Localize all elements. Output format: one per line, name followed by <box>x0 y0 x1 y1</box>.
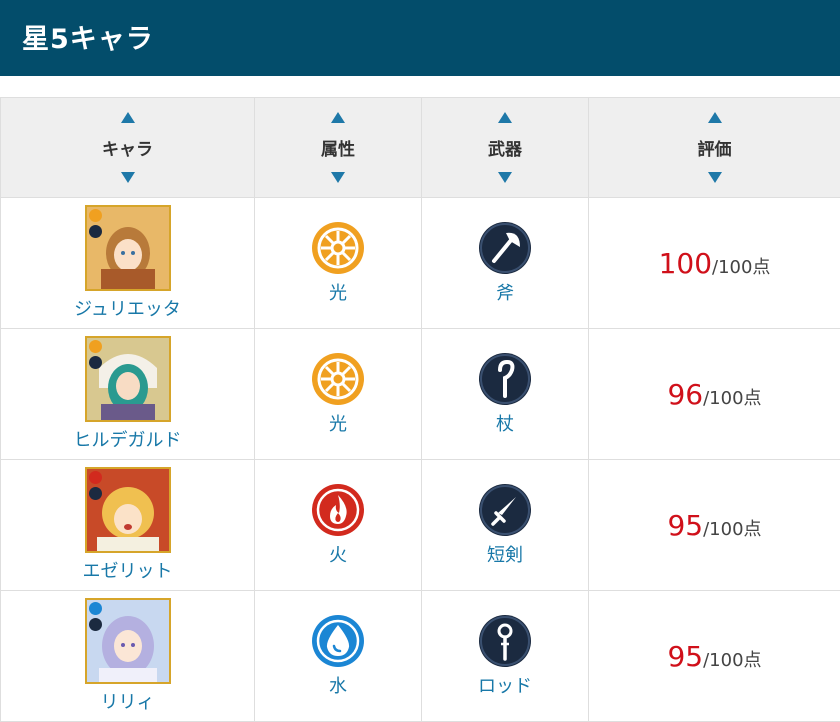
weapon-link[interactable]: 杖 <box>422 410 588 436</box>
score-max: /100点 <box>703 388 761 409</box>
light-badge-icon <box>89 340 102 353</box>
element-cell: 光 <box>255 329 422 460</box>
score-max: /100点 <box>703 519 761 540</box>
column-label: 武器 <box>488 140 522 160</box>
character-cell: ヒルデガルド <box>1 329 255 460</box>
table-row: ジュリエッタ 光 斧 <box>1 198 840 329</box>
dagger-icon <box>478 483 532 537</box>
character-cell: エゼリット <box>1 460 255 591</box>
score-value: 96 <box>667 378 703 411</box>
element-link[interactable]: 光 <box>255 279 421 305</box>
rod-icon <box>478 614 532 668</box>
axe-badge-icon <box>89 225 102 238</box>
axe-icon <box>478 221 532 275</box>
weapon-cell: 短剣 <box>422 460 589 591</box>
light-badge-icon <box>89 209 102 222</box>
weapon-link[interactable]: 短剣 <box>422 541 588 567</box>
column-label: キャラ <box>102 140 153 160</box>
sort-descending-icon[interactable] <box>498 172 512 183</box>
rod-badge-icon <box>89 618 102 631</box>
table-row: ヒルデガルド 光 杖 96/100点 <box>1 329 840 460</box>
fire-element-icon <box>311 483 365 537</box>
sort-descending-icon[interactable] <box>708 172 722 183</box>
page-header: 星5キャラ <box>0 0 840 76</box>
element-cell: 水 <box>255 591 422 722</box>
table-row: リリィ 水 ロッド <box>1 591 840 722</box>
weapon-cell: 斧 <box>422 198 589 329</box>
score-value: 100 <box>659 247 712 280</box>
sort-ascending-icon[interactable] <box>498 112 512 123</box>
sort-ascending-icon[interactable] <box>121 112 135 123</box>
character-name-link[interactable]: ヒルデガルド <box>1 426 254 452</box>
dagger-badge-icon <box>89 487 102 500</box>
column-header-character: キャラ <box>1 98 255 198</box>
character-portrait[interactable] <box>85 205 171 291</box>
element-cell: 火 <box>255 460 422 591</box>
table-row: エゼリット 火 短剣 <box>1 460 840 591</box>
light-element-icon <box>311 221 365 275</box>
character-cell: リリィ <box>1 591 255 722</box>
sort-descending-icon[interactable] <box>331 172 345 183</box>
column-header-element: 属性 <box>255 98 422 198</box>
element-link[interactable]: 光 <box>255 410 421 436</box>
score-value: 95 <box>667 509 703 542</box>
score-value: 95 <box>667 640 703 673</box>
page-title: 星5キャラ <box>22 17 154 56</box>
staff-icon <box>478 352 532 406</box>
weapon-link[interactable]: ロッド <box>422 672 588 698</box>
column-label: 評価 <box>698 140 732 160</box>
weapon-cell: 杖 <box>422 329 589 460</box>
element-link[interactable]: 火 <box>255 541 421 567</box>
character-name-link[interactable]: リリィ <box>1 688 254 714</box>
sort-ascending-icon[interactable] <box>708 112 722 123</box>
character-portrait[interactable] <box>85 336 171 422</box>
water-element-icon <box>311 614 365 668</box>
character-table: キャラ 属性 武器 評価 <box>0 97 840 722</box>
score-max: /100点 <box>712 257 770 278</box>
element-cell: 光 <box>255 198 422 329</box>
weapon-link[interactable]: 斧 <box>422 279 588 305</box>
character-name-link[interactable]: ジュリエッタ <box>1 295 254 321</box>
rating-cell: 96/100点 <box>589 329 840 460</box>
character-portrait[interactable] <box>85 467 171 553</box>
light-element-icon <box>311 352 365 406</box>
character-cell: ジュリエッタ <box>1 198 255 329</box>
score-max: /100点 <box>703 650 761 671</box>
column-header-rating: 評価 <box>589 98 840 198</box>
sort-descending-icon[interactable] <box>121 172 135 183</box>
element-link[interactable]: 水 <box>255 672 421 698</box>
character-portrait[interactable] <box>85 598 171 684</box>
water-badge-icon <box>89 602 102 615</box>
column-label: 属性 <box>321 140 355 160</box>
column-header-weapon: 武器 <box>422 98 589 198</box>
sort-ascending-icon[interactable] <box>331 112 345 123</box>
table-header-row: キャラ 属性 武器 評価 <box>1 98 840 198</box>
fire-badge-icon <box>89 471 102 484</box>
staff-badge-icon <box>89 356 102 369</box>
weapon-cell: ロッド <box>422 591 589 722</box>
character-name-link[interactable]: エゼリット <box>1 557 254 583</box>
rating-cell: 95/100点 <box>589 460 840 591</box>
rating-cell: 95/100点 <box>589 591 840 722</box>
rating-cell: 100/100点 <box>589 198 840 329</box>
